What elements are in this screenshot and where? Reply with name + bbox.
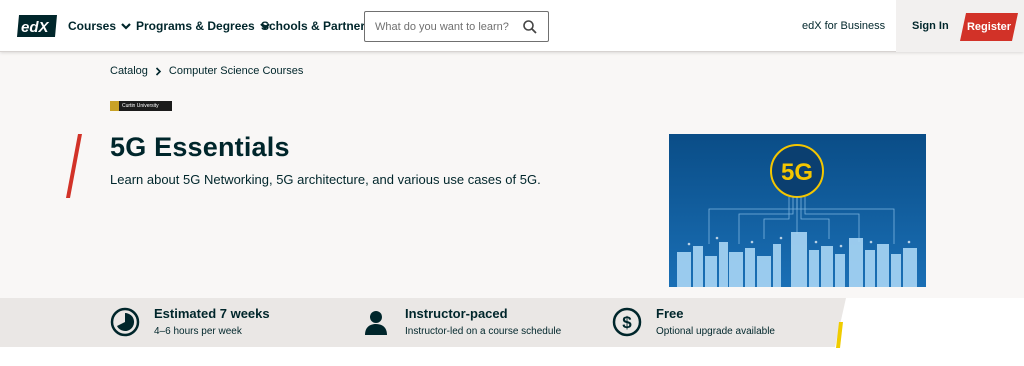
duration-detail: 4–6 hours per week: [154, 326, 242, 337]
breadcrumb-catalog[interactable]: Catalog: [110, 65, 148, 77]
partner-logo-text: Curtin University: [122, 103, 159, 109]
price-detail: Optional upgrade available: [656, 326, 775, 337]
dollar-icon: $: [612, 307, 642, 337]
info-duration: Estimated 7 weeks 4–6 hours per week: [110, 305, 270, 339]
course-image: 5G: [669, 134, 926, 287]
register-button[interactable]: Register: [960, 13, 1018, 41]
pacing-detail: Instructor-led on a course schedule: [405, 326, 562, 337]
breadcrumb-computer-science[interactable]: Computer Science Courses: [169, 65, 304, 77]
nav-schools-partners[interactable]: Schools & Partners: [261, 0, 372, 52]
price-title: Free: [656, 306, 684, 321]
nav-programs-label: Programs & Degrees: [136, 19, 255, 33]
course-title: 5G Essentials: [110, 132, 290, 162]
edx-logo[interactable]: edX: [16, 13, 58, 39]
search-icon[interactable]: [522, 19, 538, 35]
info-pacing: Instructor-paced Instructor-led on a cou…: [361, 305, 561, 339]
sign-in-button[interactable]: Sign In: [912, 0, 949, 52]
decorative-yellow-slash: [836, 322, 843, 348]
duration-title: Estimated 7 weeks: [154, 306, 270, 321]
svg-text:edX: edX: [21, 19, 50, 36]
pacing-title: Instructor-paced: [405, 306, 508, 321]
edx-for-business-link[interactable]: edX for Business: [802, 0, 885, 52]
site-header: edX Courses Programs & Degrees Schools &…: [0, 0, 1024, 52]
svg-text:$: $: [622, 313, 632, 332]
person-icon: [365, 311, 387, 335]
decorative-red-slash: [66, 134, 82, 198]
svg-text:5G: 5G: [781, 159, 813, 186]
partner-logo[interactable]: Curtin University: [110, 101, 172, 111]
chevron-down-icon: [121, 23, 131, 30]
chevron-right-icon: [155, 66, 162, 76]
search-box: [364, 11, 549, 42]
clock-icon: [110, 307, 140, 337]
course-subtitle: Learn about 5G Networking, 5G architectu…: [110, 172, 541, 187]
nav-courses[interactable]: Courses: [68, 0, 131, 52]
nav-courses-label: Courses: [68, 19, 117, 33]
breadcrumb: Catalog Computer Science Courses: [110, 65, 303, 77]
crest-icon: [110, 101, 119, 111]
search-input[interactable]: [375, 18, 515, 36]
info-price: $ Free Optional upgrade available: [612, 305, 775, 339]
nav-schools-label: Schools & Partners: [261, 19, 372, 33]
nav-programs-degrees[interactable]: Programs & Degrees: [136, 0, 270, 52]
